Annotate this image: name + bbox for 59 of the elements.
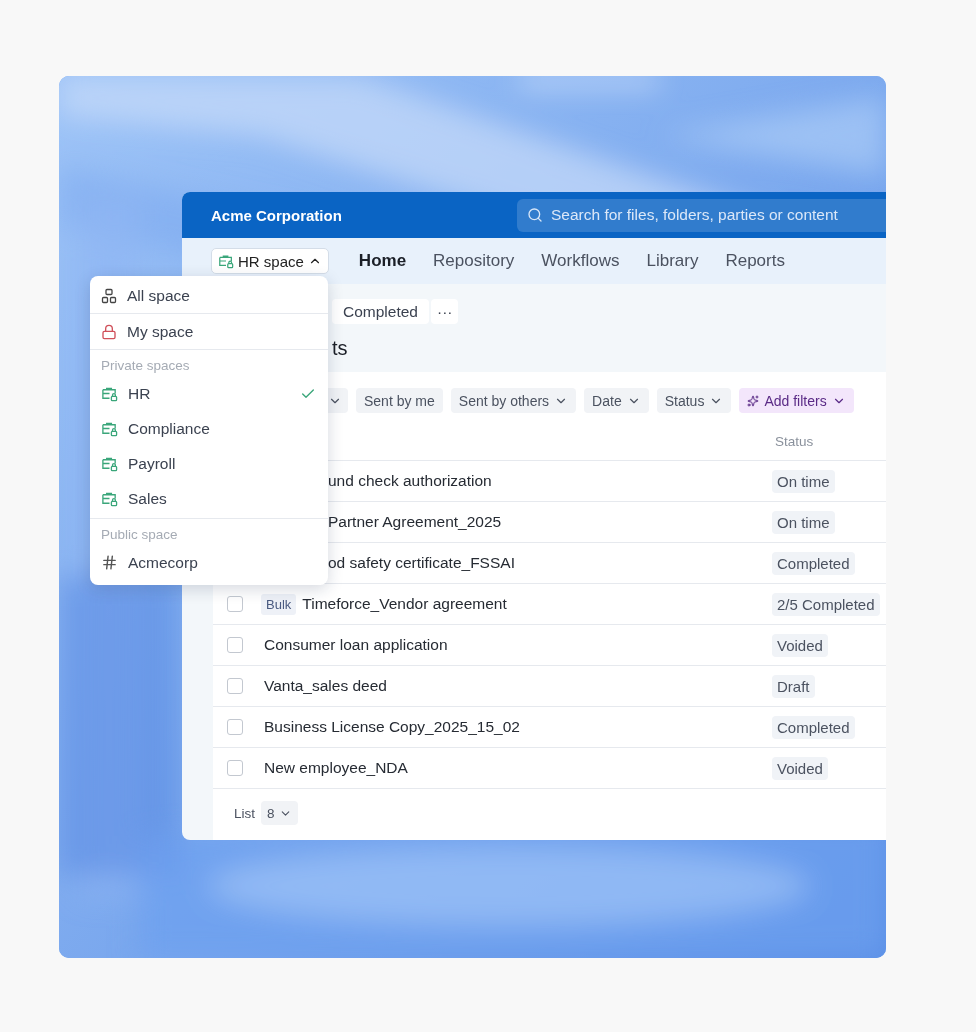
nav-tab[interactable]: Repository <box>433 251 515 271</box>
sparkle-icon <box>747 394 760 407</box>
menu-item[interactable]: HR <box>90 376 328 411</box>
status-tag: Completed <box>772 715 855 739</box>
document-name: Business License Copy_2025_15_02 <box>264 718 520 736</box>
row-checkbox[interactable] <box>227 637 243 653</box>
menu-item[interactable]: Payroll <box>90 446 328 481</box>
status-tag: On time <box>772 510 835 534</box>
briefcase-lock-icon <box>101 385 118 402</box>
page-heading: ts <box>332 337 349 360</box>
lock-icon <box>101 323 117 340</box>
nav-tab[interactable]: Reports <box>725 251 785 271</box>
filter-chip[interactable]: Status <box>656 388 732 413</box>
row-checkbox[interactable] <box>227 719 243 735</box>
nav-tab[interactable]: Home <box>358 251 407 271</box>
menu-section-title: Public space <box>100 526 179 544</box>
document-name: Vanta_sales deed <box>264 677 387 695</box>
hash-icon <box>101 554 118 571</box>
document-name: od safety certificate_FSSAI <box>328 554 515 572</box>
bulk-tag: Bulk <box>261 593 297 615</box>
add-filters-button[interactable]: Add filters <box>739 388 854 413</box>
row-checkbox[interactable] <box>227 678 243 694</box>
status-tag: On time <box>772 469 835 493</box>
space-switcher[interactable]: HR space <box>211 248 329 274</box>
status-tag: 2/5 Completed <box>772 592 880 616</box>
status-tag: Voided <box>772 633 828 657</box>
menu-item[interactable]: Compliance <box>90 411 328 446</box>
document-name: Timeforce_Vendor agreement <box>302 595 507 613</box>
menu-item[interactable]: Acmecorp <box>90 545 328 580</box>
menu-item[interactable]: Sales <box>90 481 328 516</box>
filter-chip[interactable]: Sent by me <box>356 388 443 413</box>
menu-item[interactable]: My space <box>90 314 328 349</box>
app-title: Acme Corporation <box>211 206 343 224</box>
document-name: und check authorization <box>328 472 492 490</box>
briefcase-lock-icon <box>101 455 118 472</box>
status-tag: Completed <box>772 551 855 575</box>
row-checkbox[interactable] <box>227 596 243 612</box>
document-name: Partner Agreement_2025 <box>328 513 502 531</box>
status-tag: Voided <box>772 756 828 780</box>
filter-chip[interactable]: Sent by others <box>450 388 577 413</box>
briefcase-lock-icon <box>101 420 118 437</box>
menu-section-title: Private spaces <box>100 357 191 375</box>
document-name: Consumer loan application <box>264 636 448 654</box>
briefcase-lock-icon <box>101 490 118 507</box>
status-tag: Draft <box>772 674 815 698</box>
nav-tab[interactable]: Workflows <box>541 251 620 271</box>
more-button[interactable]: ··· <box>430 299 459 324</box>
nav-tab[interactable]: Library <box>646 251 699 271</box>
filter-chip[interactable]: Date <box>584 388 649 413</box>
row-checkbox[interactable] <box>227 760 243 776</box>
menu-item[interactable]: All space <box>90 279 328 314</box>
list-label: List <box>234 805 255 821</box>
page-size-select[interactable]: 8 <box>261 801 298 825</box>
document-name: New employee_NDA <box>264 759 408 777</box>
nodes-icon <box>101 288 117 304</box>
search-icon <box>527 206 543 223</box>
status-tab[interactable]: Completed <box>332 299 429 324</box>
briefcase-lock-icon <box>218 253 234 269</box>
column-header: Status <box>774 434 815 449</box>
